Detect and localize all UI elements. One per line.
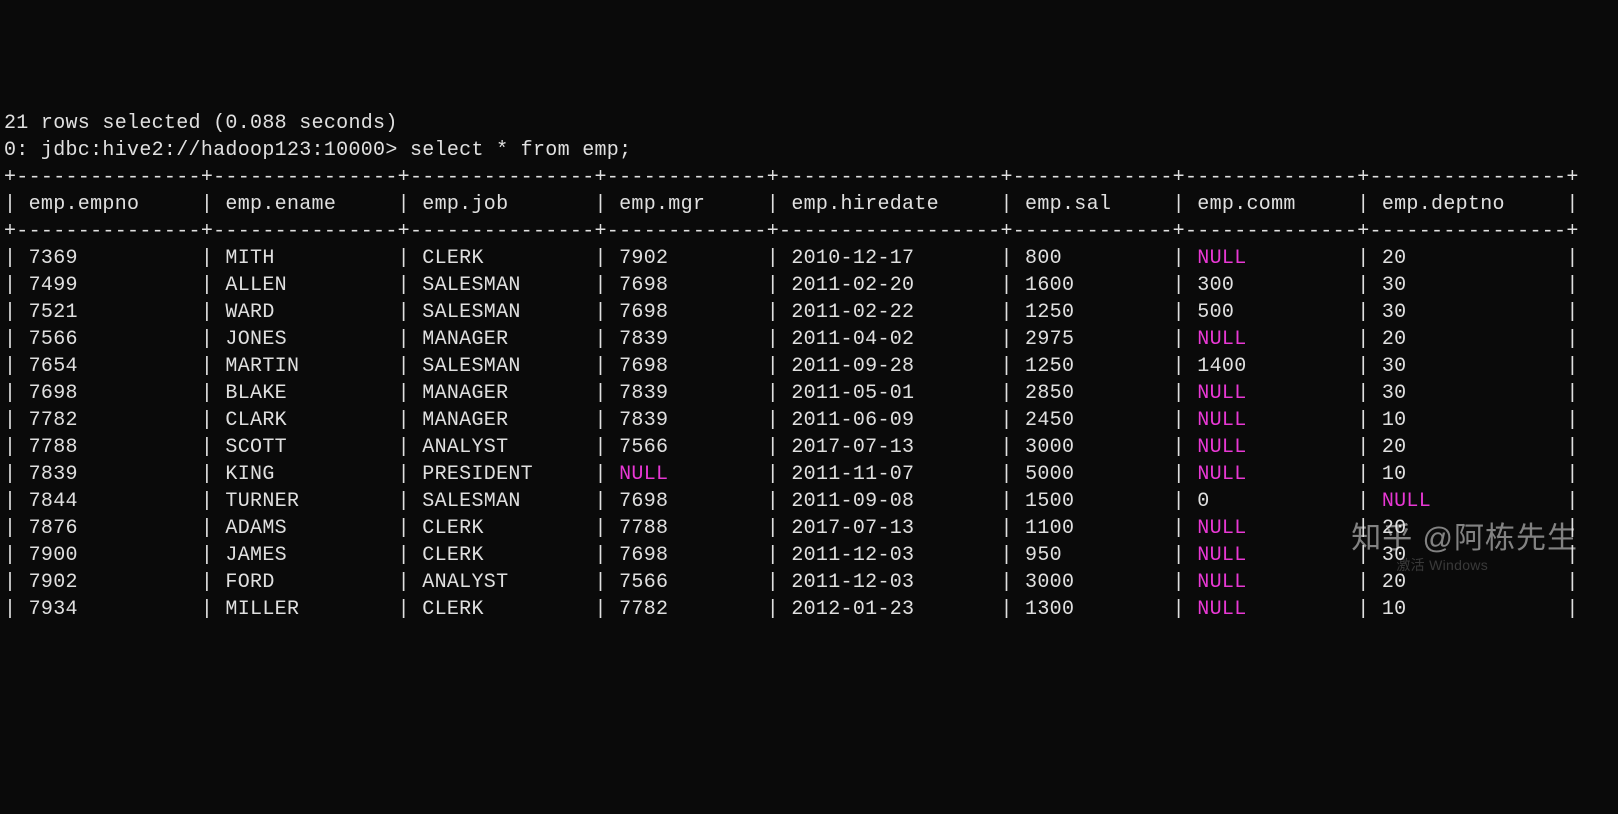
table-row: | 7566 | JONES | MANAGER | 7839 | 2011-0… xyxy=(4,326,1614,353)
terminal-output: 21 rows selected (0.088 seconds)0: jdbc:… xyxy=(4,110,1614,623)
status-line: 21 rows selected (0.088 seconds) xyxy=(4,110,1614,137)
table-header: | emp.empno | emp.ename | emp.job | emp.… xyxy=(4,191,1614,218)
table-row: | 7844 | TURNER | SALESMAN | 7698 | 2011… xyxy=(4,488,1614,515)
table-row: | 7521 | WARD | SALESMAN | 7698 | 2011-0… xyxy=(4,299,1614,326)
table-sep: +---------------+---------------+-------… xyxy=(4,164,1614,191)
table-row: | 7654 | MARTIN | SALESMAN | 7698 | 2011… xyxy=(4,353,1614,380)
table-row: | 7782 | CLARK | MANAGER | 7839 | 2011-0… xyxy=(4,407,1614,434)
prompt-line[interactable]: 0: jdbc:hive2://hadoop123:10000> select … xyxy=(4,137,1614,164)
table-row: | 7698 | BLAKE | MANAGER | 7839 | 2011-0… xyxy=(4,380,1614,407)
table-row: | 7934 | MILLER | CLERK | 7782 | 2012-01… xyxy=(4,596,1614,623)
table-row: | 7788 | SCOTT | ANALYST | 7566 | 2017-0… xyxy=(4,434,1614,461)
table-row: | 7499 | ALLEN | SALESMAN | 7698 | 2011-… xyxy=(4,272,1614,299)
table-row: | 7900 | JAMES | CLERK | 7698 | 2011-12-… xyxy=(4,542,1614,569)
table-row: | 7902 | FORD | ANALYST | 7566 | 2011-12… xyxy=(4,569,1614,596)
table-row: | 7369 | MITH | CLERK | 7902 | 2010-12-1… xyxy=(4,245,1614,272)
table-row: | 7876 | ADAMS | CLERK | 7788 | 2017-07-… xyxy=(4,515,1614,542)
table-row: | 7839 | KING | PRESIDENT | NULL | 2011-… xyxy=(4,461,1614,488)
table-sep: +---------------+---------------+-------… xyxy=(4,218,1614,245)
